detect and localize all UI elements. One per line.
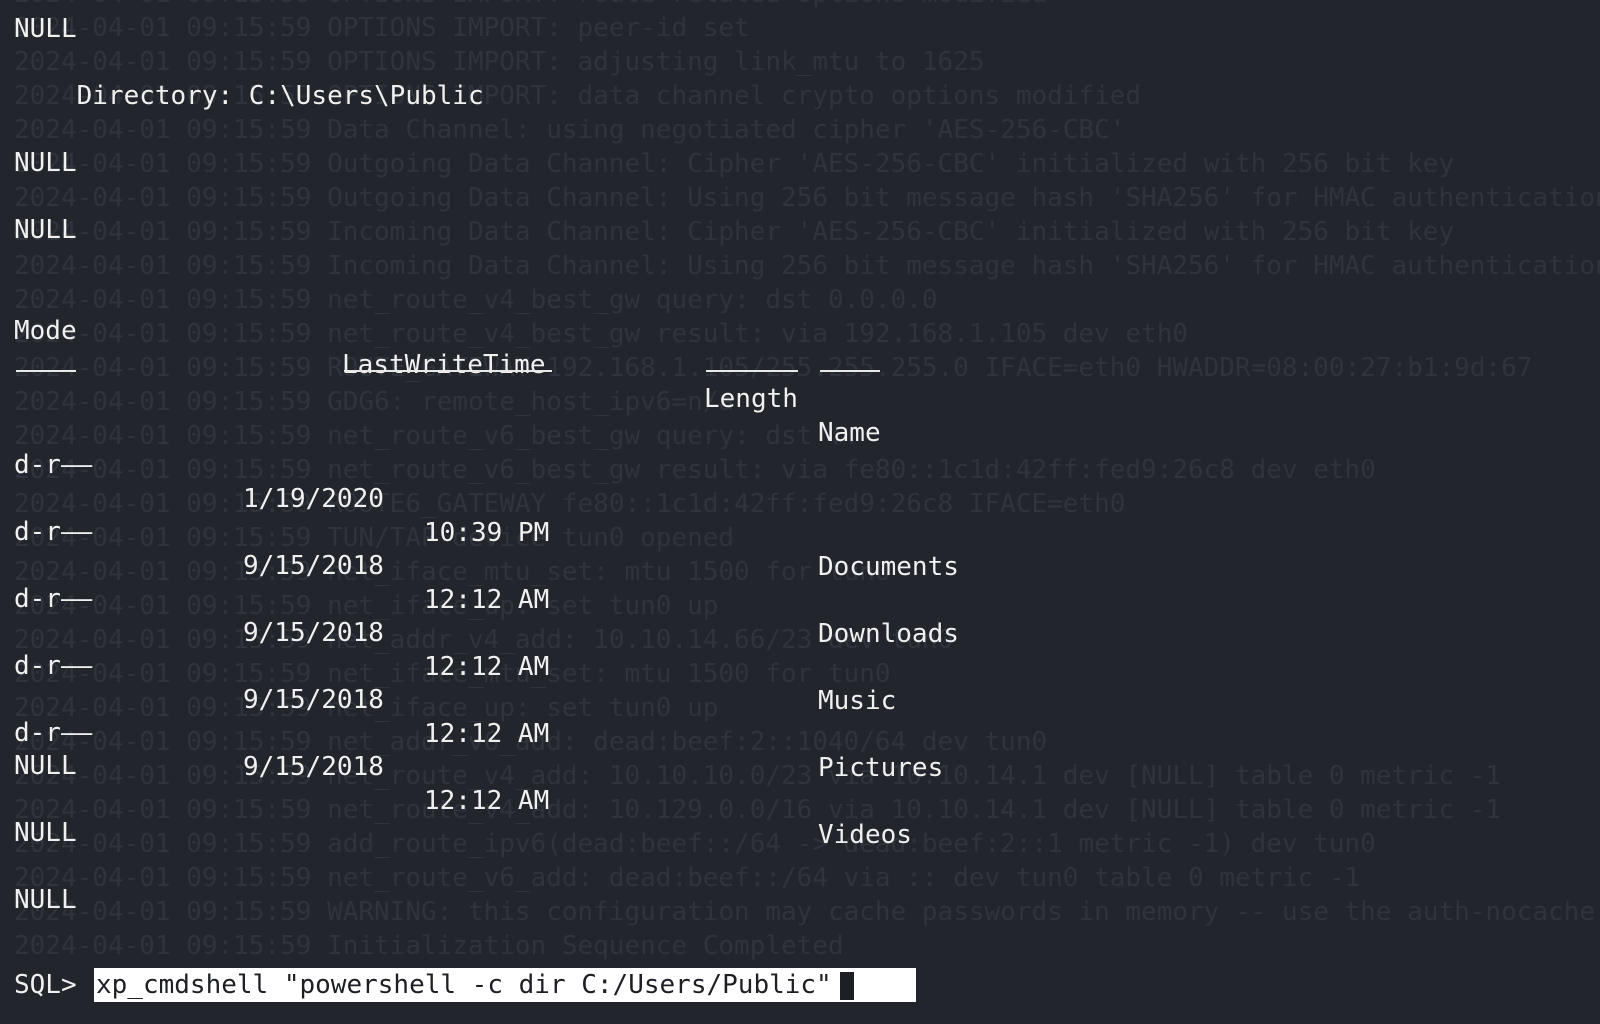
log-line: 2024-04-01 09:15:59 ROUTE_GATEWAY 192.16… [14, 353, 1533, 383]
null-output-line: NULL [14, 14, 77, 44]
row-mode: d-r—— [14, 718, 93, 748]
header-underline-last-write-time [344, 370, 552, 372]
header-underline-name [820, 370, 880, 372]
log-line: 2024-04-01 09:15:59 Incoming Data Channe… [14, 217, 1455, 247]
table-header-row: Mode LastWriteTime Length Name [0, 280, 1600, 448]
log-line: 2024-04-01 09:15:59 net_route_v4_best_gw… [14, 319, 1188, 349]
log-line: 2024-04-01 09:15:59 Outgoing Data Channe… [14, 183, 1600, 213]
directory-line: Directory: C:\Users\Public [14, 81, 484, 111]
sql-prompt: SQL> [14, 970, 77, 1000]
header-underline-mode [16, 370, 76, 372]
log-line: 2024-04-01 09:15:59 add_route_ipv6(dead:… [14, 829, 1376, 859]
header-last-write-time: LastWriteTime [342, 350, 546, 380]
log-line: 2024-04-01 09:15:59 WARNING: this config… [14, 897, 1600, 927]
header-underline-length [706, 370, 798, 372]
row-time: 12:12 AM [424, 719, 550, 749]
log-line: 2024-04-01 09:15:59 OPTIONS IMPORT: rout… [14, 0, 1600, 11]
row-time: 12:12 AM [424, 652, 550, 682]
table-row: d-r—— 9/15/2018 12:12 AM Pictures [0, 615, 1600, 783]
log-line: 2024-04-01 09:15:59 Incoming Data Channe… [14, 251, 1600, 281]
row-mode: d-r—— [14, 651, 93, 681]
header-length: Length [704, 384, 798, 414]
table-row: d-r—— 9/15/2018 12:12 AM Downloads [0, 481, 1600, 649]
row-time: 12:12 AM [424, 786, 550, 816]
log-line: 2024-04-01 09:15:59 Outgoing Data Channe… [14, 149, 1455, 179]
header-mode: Mode [14, 316, 77, 346]
log-line: 2024-04-01 09:15:59 net_route_v4_add: 10… [14, 795, 1502, 825]
row-mode: d-r—— [14, 584, 93, 614]
text-cursor [839, 971, 854, 1000]
row-mode: d-r—— [14, 450, 93, 480]
row-name: Videos [818, 820, 912, 850]
table-row: d-r—— 9/15/2018 12:12 AM Music [0, 548, 1600, 716]
table-row: d-r—— 9/15/2018 12:12 AM Videos [0, 682, 1600, 850]
row-name: Pictures [818, 753, 944, 783]
table-row: d-r—— 1/19/2020 10:39 PM Documents [0, 414, 1600, 582]
null-output-line: NULL [14, 215, 77, 245]
log-line: 2024-04-01 09:15:59 Data Channel: using … [14, 115, 1126, 145]
row-time: 10:39 PM [424, 518, 550, 548]
null-output-line: NULL [14, 885, 77, 915]
log-line: 2024-04-01 09:15:59 Initialization Seque… [14, 931, 844, 961]
row-time: 12:12 AM [424, 585, 550, 615]
null-output-line: NULL [14, 751, 77, 781]
row-mode: d-r—— [14, 517, 93, 547]
row-date: 9/15/2018 [243, 752, 384, 782]
log-line: 2024-04-01 09:15:59 OPTIONS IMPORT: peer… [14, 13, 750, 43]
null-output-line: NULL [14, 818, 77, 848]
command-text: xp_cmdshell "powershell -c dir C:/Users/… [96, 970, 832, 1000]
command-input[interactable]: xp_cmdshell "powershell -c dir C:/Users/… [94, 968, 916, 1002]
log-line: 2024-04-01 09:15:59 net_route_v6_add: de… [14, 863, 1361, 893]
log-line: 2024-04-01 09:15:59 OPTIONS IMPORT: adju… [14, 47, 985, 77]
terminal-window[interactable]: 2024-04-01 09:15:59 OPTIONS IMPORT: rout… [0, 0, 1600, 1024]
null-output-line: NULL [14, 148, 77, 178]
